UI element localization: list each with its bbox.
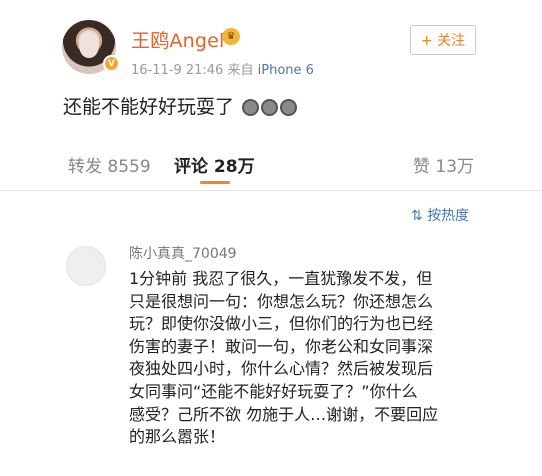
sort-icon: ⇅ [411,208,423,224]
sort-by-popularity[interactable]: ⇅ 按热度 [411,205,469,225]
post-username[interactable]: 王鸥Angel [131,26,224,53]
verified-badge-icon: V [103,55,120,72]
post-time: 16-11-9 21:46 [131,63,224,78]
device-link[interactable]: iPhone 6 [258,63,314,78]
post-content: 还能不能好好玩耍了 [63,92,298,119]
repost-tab[interactable]: 转发 8559 [68,152,151,177]
post-header: V 王鸥Angel ♛ 16-11-9 21:46 来自 iPhone 6 + … [0,0,542,92]
post-text: 还能不能好好玩耍了 [63,96,235,118]
comment-username[interactable]: 陈小真真_70049 [129,243,237,263]
post-meta: 16-11-9 21:46 来自 iPhone 6 [131,59,314,78]
active-tab-indicator [200,181,230,184]
follow-button[interactable]: + 关注 [410,25,476,55]
sort-label: 按热度 [427,208,470,224]
crying-emoji-icon [280,99,298,116]
comment-body: 1分钟前 我忍了很久，一直犹豫发不发，但 只是很想问一句：你想怎么玩？你还想怎么… [129,268,485,449]
crying-emoji-icon [261,99,279,116]
crown-emoji-icon: ♛ [222,28,240,45]
source-prefix: 来自 [227,63,254,78]
comment-line: 玩？即使你没做小三，但你们的行为也已经 [129,314,434,334]
like-tab[interactable]: 赞 13万 [413,152,474,177]
comment-line: 女同事问“还能不能好好玩耍了？”你什么 [129,381,418,401]
comment-line: 伤害的妻子！敢问一句，你老公和女同事深 [129,336,434,356]
comment-avatar[interactable] [66,246,106,286]
comment-line: 感受？己所不欲 勿施于人…谢谢，不要回应 [129,404,439,424]
crying-emoji-icon [242,99,260,116]
divider [0,190,542,191]
emoji-group [242,99,298,116]
comment-line: 1分钟前 我忍了很久，一直犹豫发不发，但 [129,269,433,288]
comment-line: 夜独处四小时，你什么心情？然后被发现后 [129,359,434,379]
stats-bar: 转发 8559 评论 28万 赞 13万 [0,148,542,192]
comment-tab[interactable]: 评论 28万 [174,152,255,177]
comment-line: 只是很想问一句：你想怎么玩？你还想怎么 [129,291,434,311]
avatar-face [79,32,99,58]
comment-line: 的那么嚣张！ [129,427,226,447]
